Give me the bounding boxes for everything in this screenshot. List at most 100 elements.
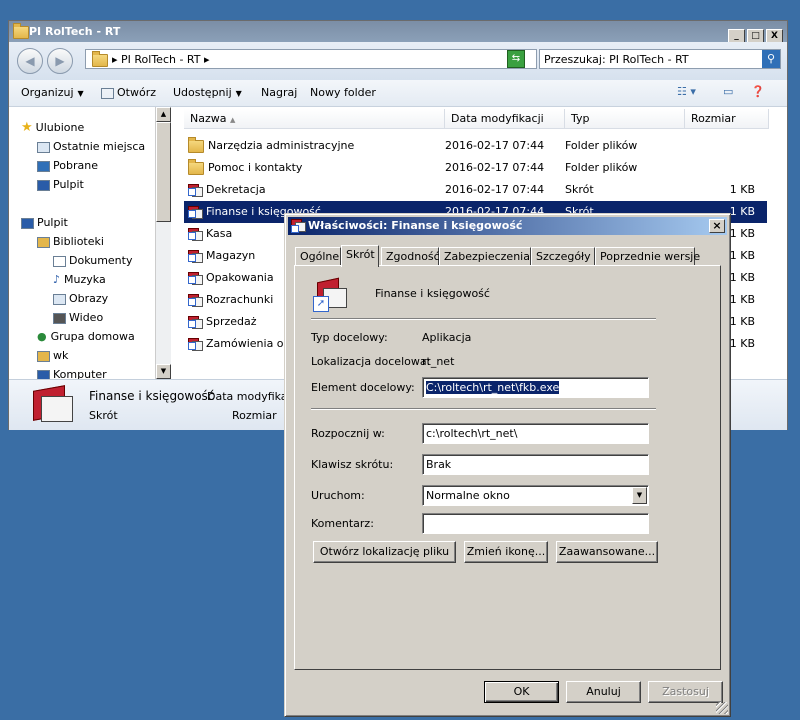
ok-button[interactable]: OK [484, 681, 559, 703]
file-date: 2016-02-17 07:44 [445, 161, 545, 174]
navigation-scrollbar[interactable]: ▲ ▼ [155, 107, 171, 379]
shortcut-icon [188, 272, 203, 285]
target-location-value: rt_net [422, 355, 455, 368]
address-field[interactable]: ▸ PI RolTech - RT ▸ ▼ [85, 49, 537, 69]
help-icon[interactable]: ❓ [751, 85, 765, 98]
tab-security[interactable]: Zabezpieczenia [439, 247, 531, 265]
file-size: 1 KB [729, 337, 755, 350]
details-file-type: Skrót [89, 409, 118, 422]
hotkey-field[interactable]: Brak [422, 454, 649, 475]
sidebar-item-video[interactable]: Wideo [53, 309, 103, 327]
change-icon-button[interactable]: Zmień ikonę... [464, 541, 548, 563]
file-name: Kasa [206, 227, 233, 240]
target-field[interactable]: C:\roltech\rt_net\fkb.exe [422, 377, 649, 398]
table-row[interactable]: Dekretacja 2016-02-17 07:44 Skrót 1 KB [184, 179, 767, 201]
comment-field[interactable] [422, 513, 649, 534]
apply-button: Zastosuj [648, 681, 723, 703]
tab-compatibility[interactable]: Zgodność [381, 247, 440, 265]
shortcut-icon [291, 219, 306, 233]
sidebar-item-computer[interactable]: Komputer [37, 366, 107, 379]
properties-dialog: Właściwości: Finanse i księgowość × Ogól… [284, 213, 731, 717]
advanced-button[interactable]: Zaawansowane... [556, 541, 658, 563]
search-icon[interactable]: ⚲ [762, 50, 780, 68]
file-type: Skrót [565, 183, 594, 196]
column-name-label: Nazwa [190, 112, 227, 125]
sidebar-item-label: wk [53, 349, 69, 362]
sidebar-item-documents[interactable]: Dokumenty [53, 252, 132, 270]
burn-button[interactable]: Nagraj [261, 86, 297, 99]
view-options-icon[interactable]: ☷ ▾ [677, 85, 696, 98]
shortcut-icon: ➚ [311, 277, 347, 312]
sidebar-item-pictures[interactable]: Obrazy [53, 290, 108, 308]
shortcut-icon [188, 206, 203, 219]
open-label: Otwórz [117, 86, 156, 99]
sidebar-item-downloads[interactable]: Pobrane [37, 157, 98, 175]
sidebar-item-homegroup[interactable]: ● Grupa domowa [37, 328, 135, 346]
open-button[interactable]: Otwórz [101, 86, 156, 99]
navigation-pane: ★ Ulubione Ostatnie miejsca Pobrane Pulpi… [9, 107, 155, 379]
dialog-title-bar[interactable]: Właściwości: Finanse i księgowość × [288, 217, 727, 235]
user-folder-icon [37, 350, 50, 362]
tab-details[interactable]: Szczegóły [531, 247, 595, 265]
resize-grip-icon[interactable] [716, 702, 728, 714]
scroll-down-arrow-icon[interactable]: ▼ [156, 364, 171, 379]
refresh-icon[interactable]: ⇆ [507, 50, 525, 68]
chevron-down-icon: ▼ [235, 89, 242, 98]
close-icon[interactable]: × [709, 219, 725, 233]
column-header-name[interactable]: Nazwa ▲ [184, 109, 445, 129]
search-input[interactable]: Przeszukaj: PI RolTech - RT ⚲ [539, 49, 781, 69]
address-path: ▸ PI RolTech - RT ▸ [112, 53, 210, 66]
address-bar: ◀ ▶ ▸ PI RolTech - RT ▸ ▼ ⇆ Przeszukaj: … [9, 42, 787, 80]
video-icon [53, 312, 66, 324]
file-size: 1 KB [729, 293, 755, 306]
target-type-label: Typ docelowy: [311, 331, 388, 344]
tab-general[interactable]: Ogólne [295, 247, 341, 265]
new-folder-button[interactable]: Nowy folder [310, 86, 376, 99]
shortcut-icon [27, 385, 77, 426]
scroll-up-arrow-icon[interactable]: ▲ [156, 107, 171, 122]
sidebar-item-favorites[interactable]: ★ Ulubione [21, 119, 84, 137]
start-in-field[interactable]: c:\roltech\rt_net\ [422, 423, 649, 444]
preview-pane-icon[interactable]: ▭ [723, 85, 733, 98]
table-row[interactable]: Pomoc i kontakty 2016-02-17 07:44 Folder p… [184, 157, 767, 179]
run-select[interactable]: Normalne okno ▼ [422, 485, 649, 506]
scroll-thumb[interactable] [156, 122, 171, 222]
shortcut-icon [188, 294, 203, 307]
explorer-title-bar[interactable]: PI RolTech - RT _ □ X [9, 21, 787, 44]
cancel-button[interactable]: Anuluj [566, 681, 641, 703]
target-type-value: Aplikacja [422, 331, 472, 344]
column-header-date[interactable]: Data modyfikacji [445, 109, 565, 129]
tab-previous-versions[interactable]: Poprzednie wersje [595, 247, 700, 265]
libraries-icon [37, 236, 50, 248]
file-date: 2016-02-17 07:44 [445, 139, 545, 152]
sidebar-item-label: Komputer [53, 368, 107, 379]
column-header-size[interactable]: Rozmiar [685, 109, 769, 129]
comment-label: Komentarz: [311, 517, 374, 530]
sidebar-item-libraries[interactable]: Biblioteki [37, 233, 104, 251]
chevron-down-icon[interactable]: ▼ [632, 487, 647, 504]
file-size: 1 KB [729, 271, 755, 284]
file-date: 2016-02-17 07:44 [445, 183, 545, 196]
sidebar-item-music[interactable]: ♪ Muzyka [53, 271, 106, 289]
file-type: Folder plików [565, 139, 638, 152]
file-size: 1 KB [729, 205, 755, 218]
details-size-label: Rozmiar [232, 409, 277, 422]
sidebar-item-desktop[interactable]: Pulpit [37, 176, 84, 194]
organize-menu[interactable]: Organizuj ▼ [21, 86, 84, 99]
tab-shortcut[interactable]: Skrót [341, 245, 379, 267]
back-button[interactable]: ◀ [17, 48, 43, 74]
sidebar-item-desktop-root[interactable]: Pulpit [21, 214, 68, 232]
column-header-type[interactable]: Typ [565, 109, 685, 129]
forward-button[interactable]: ▶ [47, 48, 73, 74]
file-name: Pomoc i kontakty [208, 161, 303, 174]
file-name: Narzędzia administracyjne [208, 139, 355, 152]
target-location-label: Lokalizacja docelowa: [311, 355, 431, 368]
table-row[interactable]: Narzędzia administracyjne 2016-02-17 07:4… [184, 135, 767, 157]
sidebar-item-label: Dokumenty [69, 254, 133, 267]
folder-icon [13, 23, 29, 39]
sidebar-item-user[interactable]: wk [37, 347, 68, 365]
open-file-location-button[interactable]: Otwórz lokalizację pliku [313, 541, 456, 563]
sidebar-item-recent-places[interactable]: Ostatnie miejsca [37, 138, 145, 156]
target-label: Element docelowy: [311, 381, 415, 394]
share-menu[interactable]: Udostępnij ▼ [173, 86, 242, 99]
